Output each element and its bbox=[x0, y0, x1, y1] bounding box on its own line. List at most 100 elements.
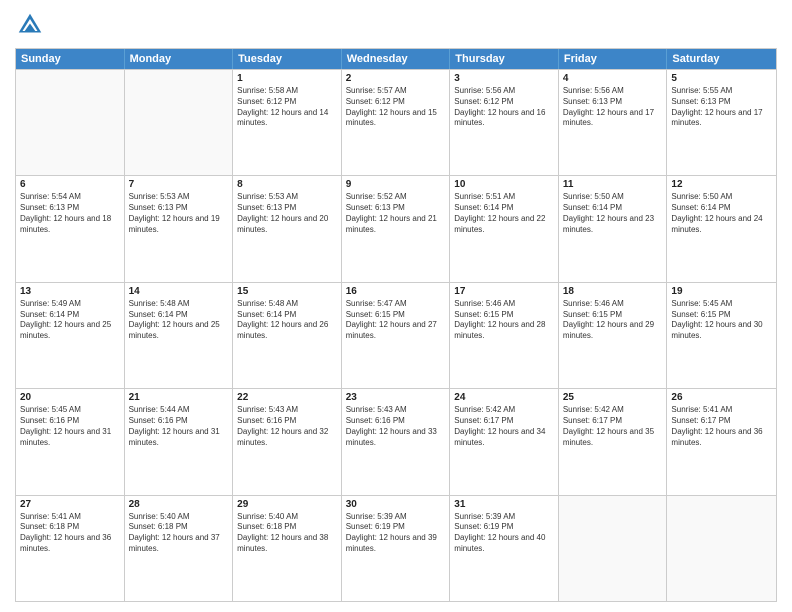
cell-info: Sunrise: 5:54 AM Sunset: 6:13 PM Dayligh… bbox=[20, 192, 120, 235]
calendar: SundayMondayTuesdayWednesdayThursdayFrid… bbox=[15, 48, 777, 602]
cell-info: Sunrise: 5:42 AM Sunset: 6:17 PM Dayligh… bbox=[563, 405, 663, 448]
cell-info: Sunrise: 5:41 AM Sunset: 6:18 PM Dayligh… bbox=[20, 512, 120, 555]
calendar-cell: 7 Sunrise: 5:53 AM Sunset: 6:13 PM Daylig… bbox=[125, 176, 234, 281]
calendar-row-2: 6 Sunrise: 5:54 AM Sunset: 6:13 PM Daylig… bbox=[16, 175, 776, 281]
cell-info: Sunrise: 5:45 AM Sunset: 6:16 PM Dayligh… bbox=[20, 405, 120, 448]
calendar-cell bbox=[559, 496, 668, 601]
cell-info: Sunrise: 5:44 AM Sunset: 6:16 PM Dayligh… bbox=[129, 405, 229, 448]
day-number: 6 bbox=[20, 179, 120, 190]
cell-info: Sunrise: 5:56 AM Sunset: 6:13 PM Dayligh… bbox=[563, 86, 663, 129]
calendar-cell: 5Sunrise: 5:55 AM Sunset: 6:13 PM Daylig… bbox=[667, 70, 776, 175]
calendar-row-5: 27 Sunrise: 5:41 AM Sunset: 6:18 PM Dayli… bbox=[16, 495, 776, 601]
day-number: 17 bbox=[454, 286, 554, 297]
calendar-cell: 15 Sunrise: 5:48 AM Sunset: 6:14 PM Dayli… bbox=[233, 283, 342, 388]
calendar-cell: 20 Sunrise: 5:45 AM Sunset: 6:16 PM Dayli… bbox=[16, 389, 125, 494]
calendar-cell: 24 Sunrise: 5:42 AM Sunset: 6:17 PM Dayli… bbox=[450, 389, 559, 494]
calendar-header: SundayMondayTuesdayWednesdayThursdayFrid… bbox=[16, 49, 776, 69]
calendar-cell: 12 Sunrise: 5:50 AM Sunset: 6:14 PM Dayli… bbox=[667, 176, 776, 281]
day-number: 12 bbox=[671, 179, 772, 190]
calendar-cell: 26 Sunrise: 5:41 AM Sunset: 6:17 PM Dayli… bbox=[667, 389, 776, 494]
day-number: 29 bbox=[237, 499, 337, 510]
cell-info: Sunrise: 5:45 AM Sunset: 6:15 PM Dayligh… bbox=[671, 299, 772, 342]
page: SundayMondayTuesdayWednesdayThursdayFrid… bbox=[0, 0, 792, 612]
cell-info: Sunrise: 5:39 AM Sunset: 6:19 PM Dayligh… bbox=[346, 512, 446, 555]
cell-info: Sunrise: 5:48 AM Sunset: 6:14 PM Dayligh… bbox=[129, 299, 229, 342]
cell-info: Sunrise: 5:48 AM Sunset: 6:14 PM Dayligh… bbox=[237, 299, 337, 342]
logo-icon bbox=[15, 10, 45, 40]
day-header-sunday: Sunday bbox=[16, 49, 125, 69]
day-number: 14 bbox=[129, 286, 229, 297]
calendar-cell: 21 Sunrise: 5:44 AM Sunset: 6:16 PM Dayli… bbox=[125, 389, 234, 494]
calendar-cell bbox=[667, 496, 776, 601]
day-header-friday: Friday bbox=[559, 49, 668, 69]
cell-info: Sunrise: 5:39 AM Sunset: 6:19 PM Dayligh… bbox=[454, 512, 554, 555]
day-number: 23 bbox=[346, 392, 446, 403]
calendar-cell: 22Sunrise: 5:43 AM Sunset: 6:16 PM Dayli… bbox=[233, 389, 342, 494]
day-number: 1 bbox=[237, 73, 337, 84]
calendar-row-3: 13 Sunrise: 5:49 AM Sunset: 6:14 PM Dayli… bbox=[16, 282, 776, 388]
calendar-cell: 1Sunrise: 5:58 AM Sunset: 6:12 PM Daylig… bbox=[233, 70, 342, 175]
calendar-cell: 9Sunrise: 5:52 AM Sunset: 6:13 PM Daylig… bbox=[342, 176, 451, 281]
day-number: 19 bbox=[671, 286, 772, 297]
calendar-cell: 8 Sunrise: 5:53 AM Sunset: 6:13 PM Daylig… bbox=[233, 176, 342, 281]
day-number: 22 bbox=[237, 392, 337, 403]
calendar-cell: 29 Sunrise: 5:40 AM Sunset: 6:18 PM Dayli… bbox=[233, 496, 342, 601]
day-number: 25 bbox=[563, 392, 663, 403]
cell-info: Sunrise: 5:50 AM Sunset: 6:14 PM Dayligh… bbox=[671, 192, 772, 235]
day-number: 31 bbox=[454, 499, 554, 510]
day-number: 30 bbox=[346, 499, 446, 510]
cell-info: Sunrise: 5:49 AM Sunset: 6:14 PM Dayligh… bbox=[20, 299, 120, 342]
calendar-cell: 19 Sunrise: 5:45 AM Sunset: 6:15 PM Dayli… bbox=[667, 283, 776, 388]
day-number: 28 bbox=[129, 499, 229, 510]
calendar-row-1: 1Sunrise: 5:58 AM Sunset: 6:12 PM Daylig… bbox=[16, 69, 776, 175]
cell-info: Sunrise: 5:50 AM Sunset: 6:14 PM Dayligh… bbox=[563, 192, 663, 235]
day-number: 13 bbox=[20, 286, 120, 297]
day-header-saturday: Saturday bbox=[667, 49, 776, 69]
day-number: 10 bbox=[454, 179, 554, 190]
day-number: 21 bbox=[129, 392, 229, 403]
calendar-cell: 6 Sunrise: 5:54 AM Sunset: 6:13 PM Daylig… bbox=[16, 176, 125, 281]
day-number: 11 bbox=[563, 179, 663, 190]
day-number: 26 bbox=[671, 392, 772, 403]
day-number: 8 bbox=[237, 179, 337, 190]
calendar-cell: 31 Sunrise: 5:39 AM Sunset: 6:19 PM Dayli… bbox=[450, 496, 559, 601]
day-number: 24 bbox=[454, 392, 554, 403]
cell-info: Sunrise: 5:43 AM Sunset: 6:16 PM Dayligh… bbox=[346, 405, 446, 448]
calendar-cell: 11 Sunrise: 5:50 AM Sunset: 6:14 PM Dayli… bbox=[559, 176, 668, 281]
day-header-monday: Monday bbox=[125, 49, 234, 69]
cell-info: Sunrise: 5:55 AM Sunset: 6:13 PM Dayligh… bbox=[671, 86, 772, 129]
header bbox=[15, 10, 777, 40]
day-header-thursday: Thursday bbox=[450, 49, 559, 69]
day-number: 27 bbox=[20, 499, 120, 510]
day-number: 18 bbox=[563, 286, 663, 297]
cell-info: Sunrise: 5:46 AM Sunset: 6:15 PM Dayligh… bbox=[454, 299, 554, 342]
calendar-cell: 27 Sunrise: 5:41 AM Sunset: 6:18 PM Dayli… bbox=[16, 496, 125, 601]
cell-info: Sunrise: 5:41 AM Sunset: 6:17 PM Dayligh… bbox=[671, 405, 772, 448]
calendar-cell: 30 Sunrise: 5:39 AM Sunset: 6:19 PM Dayli… bbox=[342, 496, 451, 601]
day-number: 20 bbox=[20, 392, 120, 403]
calendar-cell: 3 Sunrise: 5:56 AM Sunset: 6:12 PM Daylig… bbox=[450, 70, 559, 175]
cell-info: Sunrise: 5:53 AM Sunset: 6:13 PM Dayligh… bbox=[237, 192, 337, 235]
cell-info: Sunrise: 5:51 AM Sunset: 6:14 PM Dayligh… bbox=[454, 192, 554, 235]
day-number: 7 bbox=[129, 179, 229, 190]
calendar-cell: 25 Sunrise: 5:42 AM Sunset: 6:17 PM Dayli… bbox=[559, 389, 668, 494]
cell-info: Sunrise: 5:42 AM Sunset: 6:17 PM Dayligh… bbox=[454, 405, 554, 448]
calendar-cell bbox=[16, 70, 125, 175]
calendar-cell: 4 Sunrise: 5:56 AM Sunset: 6:13 PM Daylig… bbox=[559, 70, 668, 175]
calendar-body: 1Sunrise: 5:58 AM Sunset: 6:12 PM Daylig… bbox=[16, 69, 776, 601]
cell-info: Sunrise: 5:56 AM Sunset: 6:12 PM Dayligh… bbox=[454, 86, 554, 129]
day-number: 16 bbox=[346, 286, 446, 297]
calendar-cell: 10 Sunrise: 5:51 AM Sunset: 6:14 PM Dayli… bbox=[450, 176, 559, 281]
logo bbox=[15, 10, 49, 40]
calendar-cell: 17 Sunrise: 5:46 AM Sunset: 6:15 PM Dayli… bbox=[450, 283, 559, 388]
cell-info: Sunrise: 5:53 AM Sunset: 6:13 PM Dayligh… bbox=[129, 192, 229, 235]
day-number: 4 bbox=[563, 73, 663, 84]
cell-info: Sunrise: 5:40 AM Sunset: 6:18 PM Dayligh… bbox=[129, 512, 229, 555]
day-number: 15 bbox=[237, 286, 337, 297]
cell-info: Sunrise: 5:46 AM Sunset: 6:15 PM Dayligh… bbox=[563, 299, 663, 342]
day-header-wednesday: Wednesday bbox=[342, 49, 451, 69]
day-number: 3 bbox=[454, 73, 554, 84]
cell-info: Sunrise: 5:40 AM Sunset: 6:18 PM Dayligh… bbox=[237, 512, 337, 555]
calendar-cell: 16Sunrise: 5:47 AM Sunset: 6:15 PM Dayli… bbox=[342, 283, 451, 388]
calendar-cell: 14 Sunrise: 5:48 AM Sunset: 6:14 PM Dayli… bbox=[125, 283, 234, 388]
